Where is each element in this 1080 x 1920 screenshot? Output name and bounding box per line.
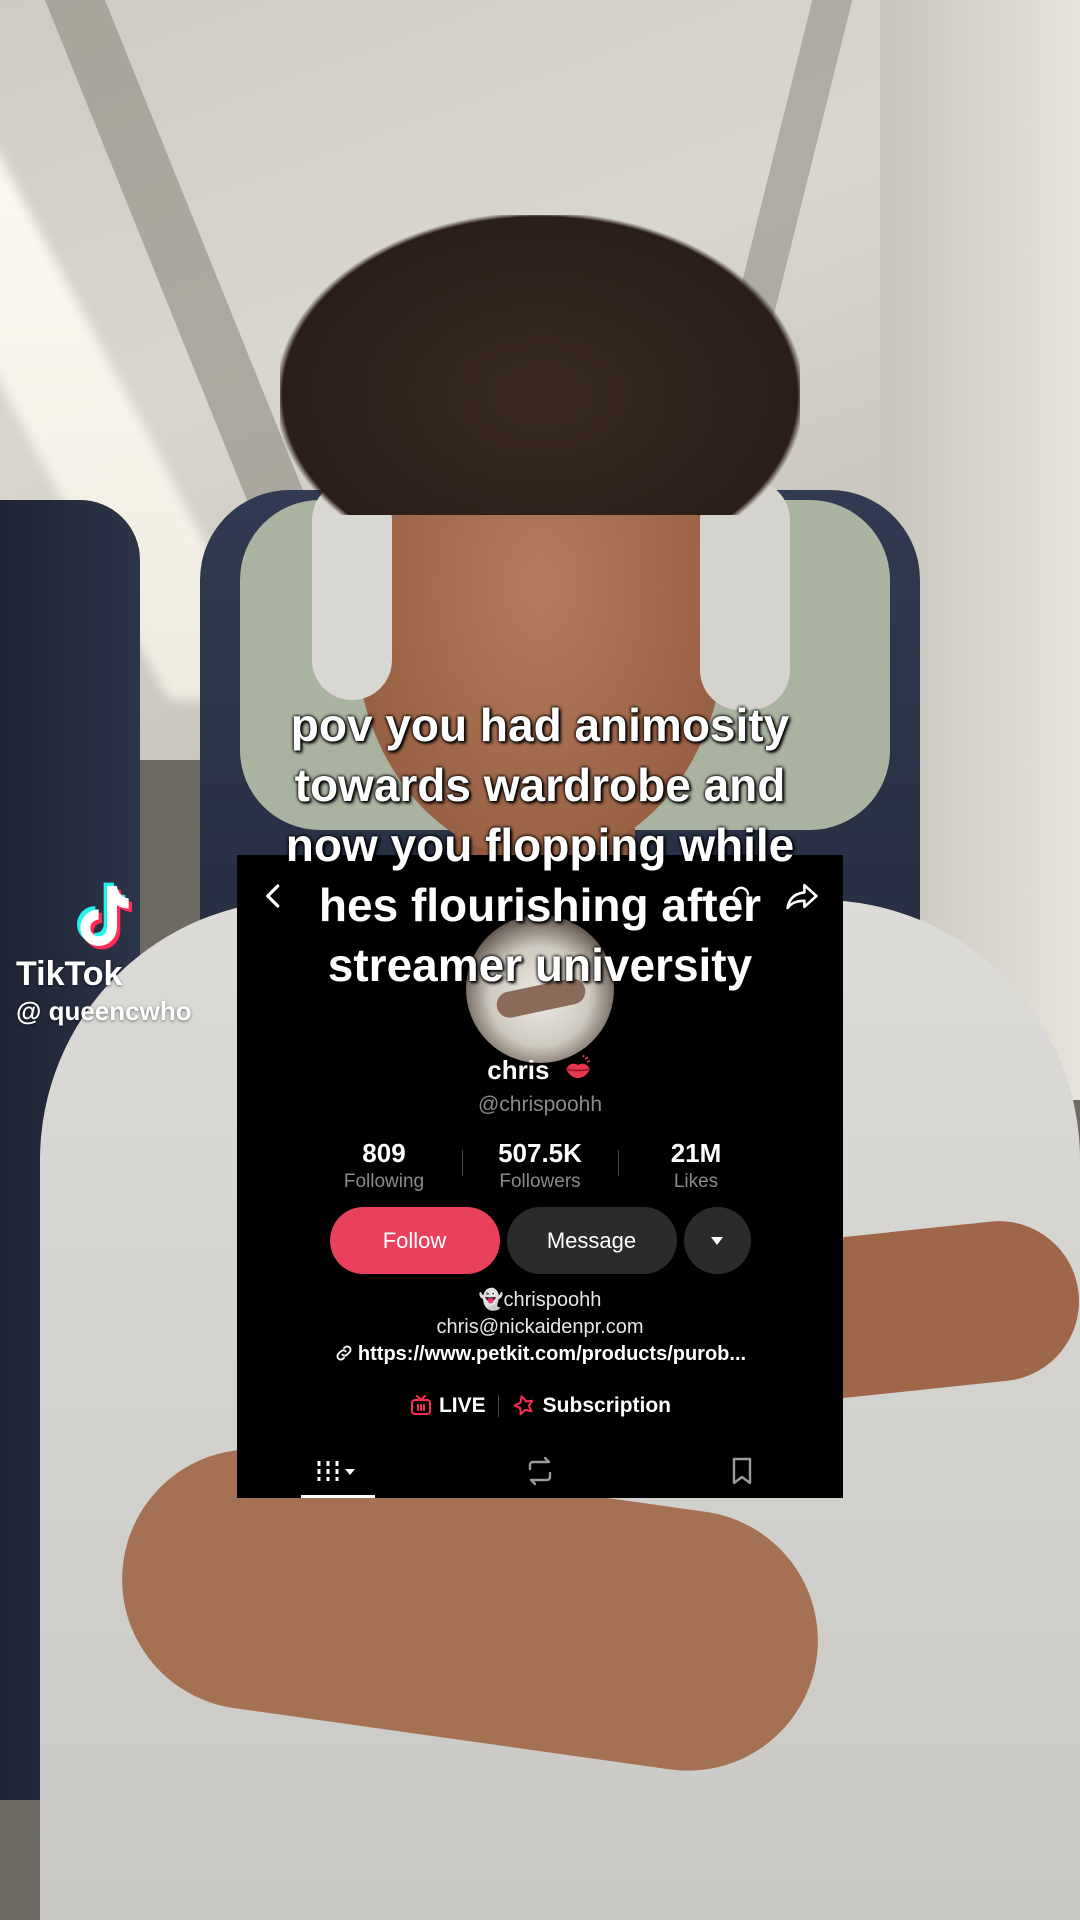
profile-feature-links: LIVE Subscription [237, 1393, 843, 1418]
kiss-lips-icon [565, 1055, 590, 1078]
profile-tabs [237, 1443, 843, 1498]
profile-name: chris [487, 1055, 550, 1085]
message-button[interactable]: Message [506, 1207, 677, 1274]
stat-likes: 21M Likes [618, 1138, 774, 1193]
caption-line: streamer university [327, 939, 753, 991]
stat-label: Followers [499, 1171, 581, 1192]
watermark-username: @ queencwho [16, 996, 192, 1026]
tab-videos[interactable] [237, 1443, 439, 1498]
repost-icon [528, 1456, 552, 1485]
bookmark-icon [732, 1457, 752, 1484]
profile-action-buttons: Follow Message [237, 1207, 843, 1274]
live-link[interactable]: LIVE [409, 1393, 486, 1418]
tab-saved[interactable] [641, 1443, 843, 1498]
stat-followers[interactable]: 507.5K Followers [462, 1138, 618, 1193]
caret-down-icon [711, 1236, 723, 1245]
subscription-link[interactable]: Subscription [511, 1393, 671, 1418]
profile-handle: @chrispoohh [477, 1093, 603, 1116]
tab-reposts[interactable] [439, 1443, 641, 1498]
divider [497, 1394, 499, 1417]
caption-line: hes flourishing after [318, 879, 762, 931]
stat-value: 809 [362, 1138, 406, 1168]
bio-line: 👻chrispoohh [478, 1289, 602, 1311]
bio-link-text: https://www.petkit.com/products/purob... [357, 1343, 747, 1365]
live-label: LIVE [438, 1394, 486, 1417]
profile-bio: 👻chrispoohh chris@nickaidenpr.com https:… [237, 1287, 843, 1368]
stat-label: Following [343, 1171, 425, 1192]
more-options-button[interactable] [683, 1207, 751, 1274]
bio-link[interactable]: https://www.petkit.com/products/purob... [237, 1341, 843, 1368]
star-badge-icon [513, 1395, 533, 1416]
subscription-label: Subscription [542, 1394, 672, 1417]
video-caption: pov you had animosity towards wardrobe a… [0, 695, 1080, 995]
follow-button[interactable]: Follow [329, 1207, 500, 1274]
profile-stats: 809 Following 507.5K Followers 21M Likes [237, 1138, 843, 1193]
stat-label: Likes [673, 1171, 719, 1192]
profile-name-row: chris [237, 1055, 843, 1086]
stat-following[interactable]: 809 Following [306, 1138, 462, 1193]
caption-line: pov you had animosity [290, 699, 790, 751]
grid-icon [317, 1460, 355, 1481]
stat-value: 507.5K [498, 1138, 582, 1168]
tv-icon [410, 1395, 431, 1415]
caption-line: now you flopping while [285, 819, 795, 871]
stat-value: 21M [670, 1138, 722, 1168]
caption-line: towards wardrobe and [294, 759, 786, 811]
bio-email: chris@nickaidenpr.com [436, 1316, 644, 1338]
link-icon [336, 1345, 352, 1361]
